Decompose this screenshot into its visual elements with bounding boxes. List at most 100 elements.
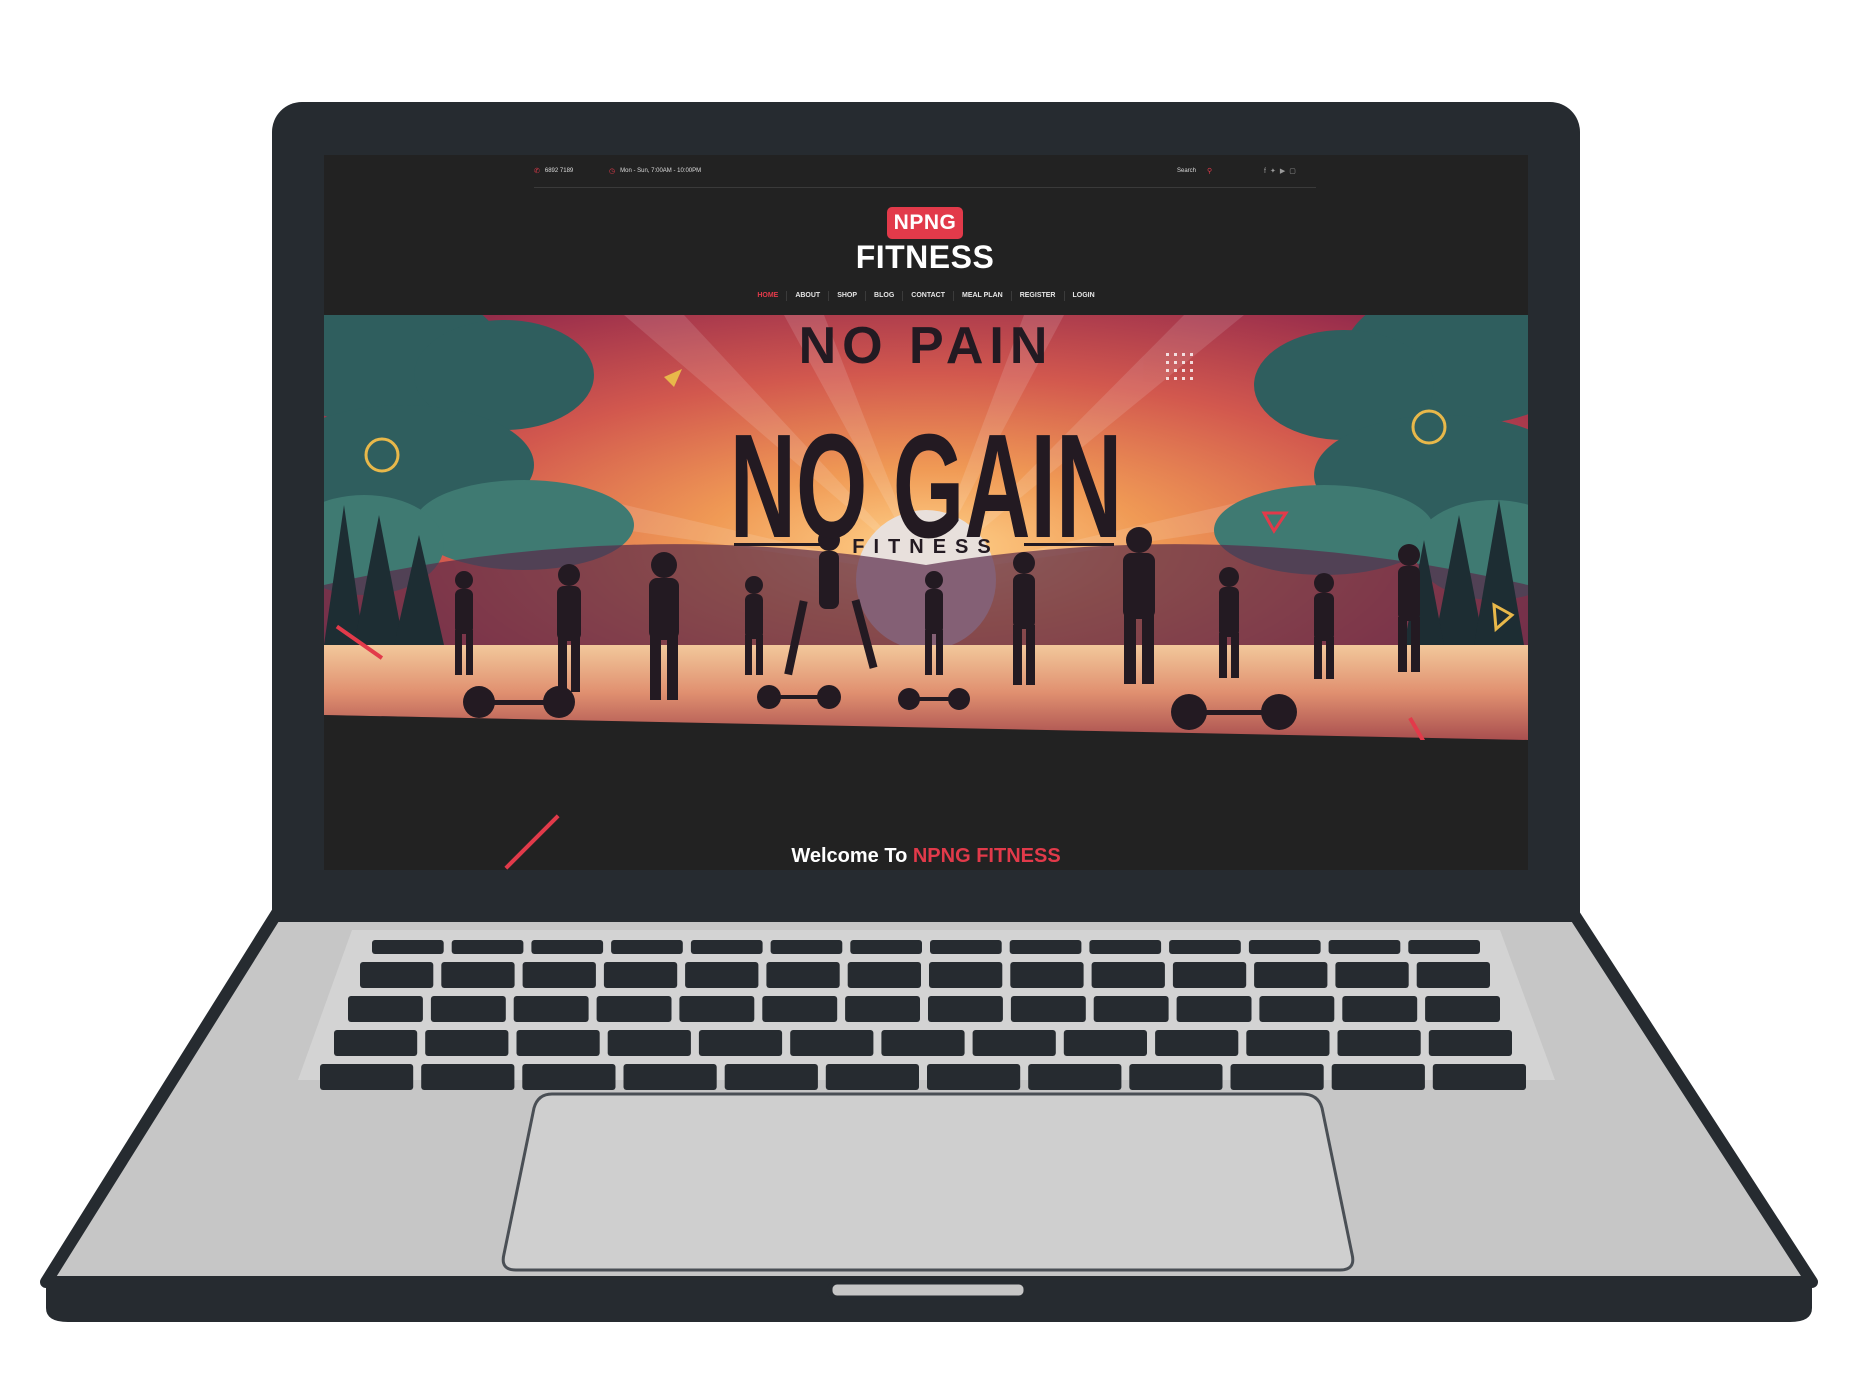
keyboard-key — [972, 1030, 1056, 1056]
keyboard-key — [1254, 962, 1328, 988]
facebook-icon[interactable]: f — [1264, 168, 1266, 175]
keyboard-key — [790, 1030, 874, 1056]
keyboard-key — [516, 1030, 600, 1056]
keyboard-key — [1093, 996, 1169, 1022]
top-info-bar: ✆ 6892 7189 ◷ Mon - Sun, 7:00AM - 10:00P… — [534, 155, 1316, 188]
twitter-icon[interactable]: ✦ — [1270, 167, 1276, 175]
clock-icon: ◷ — [609, 168, 616, 175]
keyboard-key — [421, 1064, 515, 1090]
social-links: f ✦ ▶ ▢ — [1264, 167, 1296, 176]
keyboard-key — [1408, 940, 1480, 954]
keyboard-key — [1259, 996, 1335, 1022]
keyboard-key — [928, 996, 1003, 1022]
keyboard-key — [451, 940, 524, 954]
keyboard-key — [1428, 1030, 1512, 1056]
keyboard-key — [611, 940, 683, 954]
search-box[interactable]: Search ⚲ — [1177, 167, 1212, 175]
keyboard-key — [441, 962, 515, 988]
keyboard-key — [1176, 996, 1252, 1022]
browser-viewport: ✆ 6892 7189 ◷ Mon - Sun, 7:00AM - 10:00P… — [324, 155, 1528, 870]
keyboard-key — [531, 940, 604, 954]
keyboard-key — [425, 1030, 509, 1056]
keyboard-key — [1248, 940, 1321, 954]
keyboard-key — [1129, 1064, 1223, 1090]
keyboard-key — [603, 962, 678, 988]
keyboard-key — [1028, 1064, 1122, 1090]
keyboard-key — [522, 962, 596, 988]
nav-home[interactable]: HOME — [749, 291, 786, 301]
keyboard-key — [1089, 940, 1162, 954]
keyboard-key — [334, 1030, 418, 1056]
keyboard-key — [1063, 1030, 1147, 1056]
hours-text: Mon - Sun, 7:00AM - 10:00PM — [620, 168, 702, 174]
keyboard-key — [927, 1064, 1021, 1090]
keyboard-key — [430, 996, 506, 1022]
keyboard-key — [320, 1064, 414, 1090]
nav-about[interactable]: ABOUT — [786, 291, 828, 301]
nav-blog[interactable]: BLOG — [865, 291, 902, 301]
keyboard-key — [513, 996, 589, 1022]
keyboard-key — [1010, 962, 1084, 988]
keyboard-key — [679, 996, 755, 1022]
keyboard-key — [1009, 940, 1082, 954]
hero-illustration: NO PAIN NO GAIN FITNESS — [324, 315, 1528, 740]
keyboard-key — [360, 962, 434, 988]
keyboard-key — [1416, 962, 1490, 988]
phone-icon: ✆ — [534, 168, 540, 175]
welcome-heading: Welcome To NPNG FITNESS — [324, 845, 1528, 868]
nav-contact[interactable]: CONTACT — [902, 291, 953, 301]
trackpad — [501, 1092, 1355, 1272]
keyboard-key — [685, 962, 759, 988]
keyboard-key — [698, 1030, 783, 1056]
keyboard-key — [930, 940, 1002, 954]
keyboard-key — [690, 940, 763, 954]
keyboard-key — [825, 1064, 919, 1090]
phone-contact[interactable]: ✆ 6892 7189 — [534, 167, 573, 175]
instagram-icon[interactable]: ▢ — [1289, 167, 1296, 175]
keyboard-key — [1155, 1030, 1239, 1056]
keyboard-key — [522, 1064, 616, 1090]
hero-banner: NO PAIN NO GAIN FITNESS — [324, 315, 1528, 740]
keyboard-key — [1230, 1064, 1324, 1090]
keyboard-key — [1091, 962, 1165, 988]
keyboard-key — [881, 1030, 965, 1056]
keyboard-key — [770, 940, 843, 954]
keyboard-key — [1010, 996, 1086, 1022]
keyboard-key — [1172, 962, 1247, 988]
search-icon[interactable]: ⚲ — [1207, 167, 1212, 175]
welcome-prefix: Welcome To — [791, 845, 908, 867]
keyboard-key — [850, 940, 922, 954]
welcome-brand: NPNG FITNESS — [912, 845, 1061, 867]
search-label: Search — [1177, 168, 1197, 174]
keyboard-key — [596, 996, 672, 1022]
keyboard-key — [607, 1030, 691, 1056]
main-nav: HOME ABOUT SHOP BLOG CONTACT MEAL PLAN R… — [324, 291, 1528, 301]
keyboard-key — [1328, 940, 1401, 954]
keyboard-key — [762, 996, 838, 1022]
keyboard-key — [372, 940, 444, 954]
nav-login[interactable]: LOGIN — [1063, 291, 1103, 301]
hero-line-1: NO PAIN — [799, 317, 1054, 375]
keyboard-key — [766, 962, 840, 988]
logo-wordmark[interactable]: FITNESS — [834, 239, 1016, 276]
keyboard-key — [845, 996, 920, 1022]
youtube-icon[interactable]: ▶ — [1280, 167, 1285, 175]
keyboard-key — [348, 996, 423, 1022]
nav-meal-plan[interactable]: MEAL PLAN — [952, 291, 1011, 301]
keyboard-key — [623, 1064, 717, 1090]
keyboard-key — [1425, 996, 1500, 1022]
keyboard-key — [1342, 996, 1418, 1022]
keyboard-key — [1169, 940, 1241, 954]
phone-number: 6892 7189 — [544, 168, 574, 174]
keyboard-key — [1337, 1030, 1421, 1056]
keyboard-key — [1432, 1064, 1526, 1090]
keyboard-key — [1246, 1030, 1330, 1056]
keyboard-key — [1331, 1064, 1425, 1090]
nav-shop[interactable]: SHOP — [828, 291, 865, 301]
logo-badge[interactable]: NPNG — [887, 207, 963, 239]
opening-hours: ◷ Mon - Sun, 7:00AM - 10:00PM — [609, 167, 701, 175]
hero-line-3: FITNESS — [852, 536, 999, 558]
nav-register[interactable]: REGISTER — [1010, 291, 1064, 301]
keyboard-key — [1335, 962, 1409, 988]
keyboard-key — [847, 962, 921, 988]
